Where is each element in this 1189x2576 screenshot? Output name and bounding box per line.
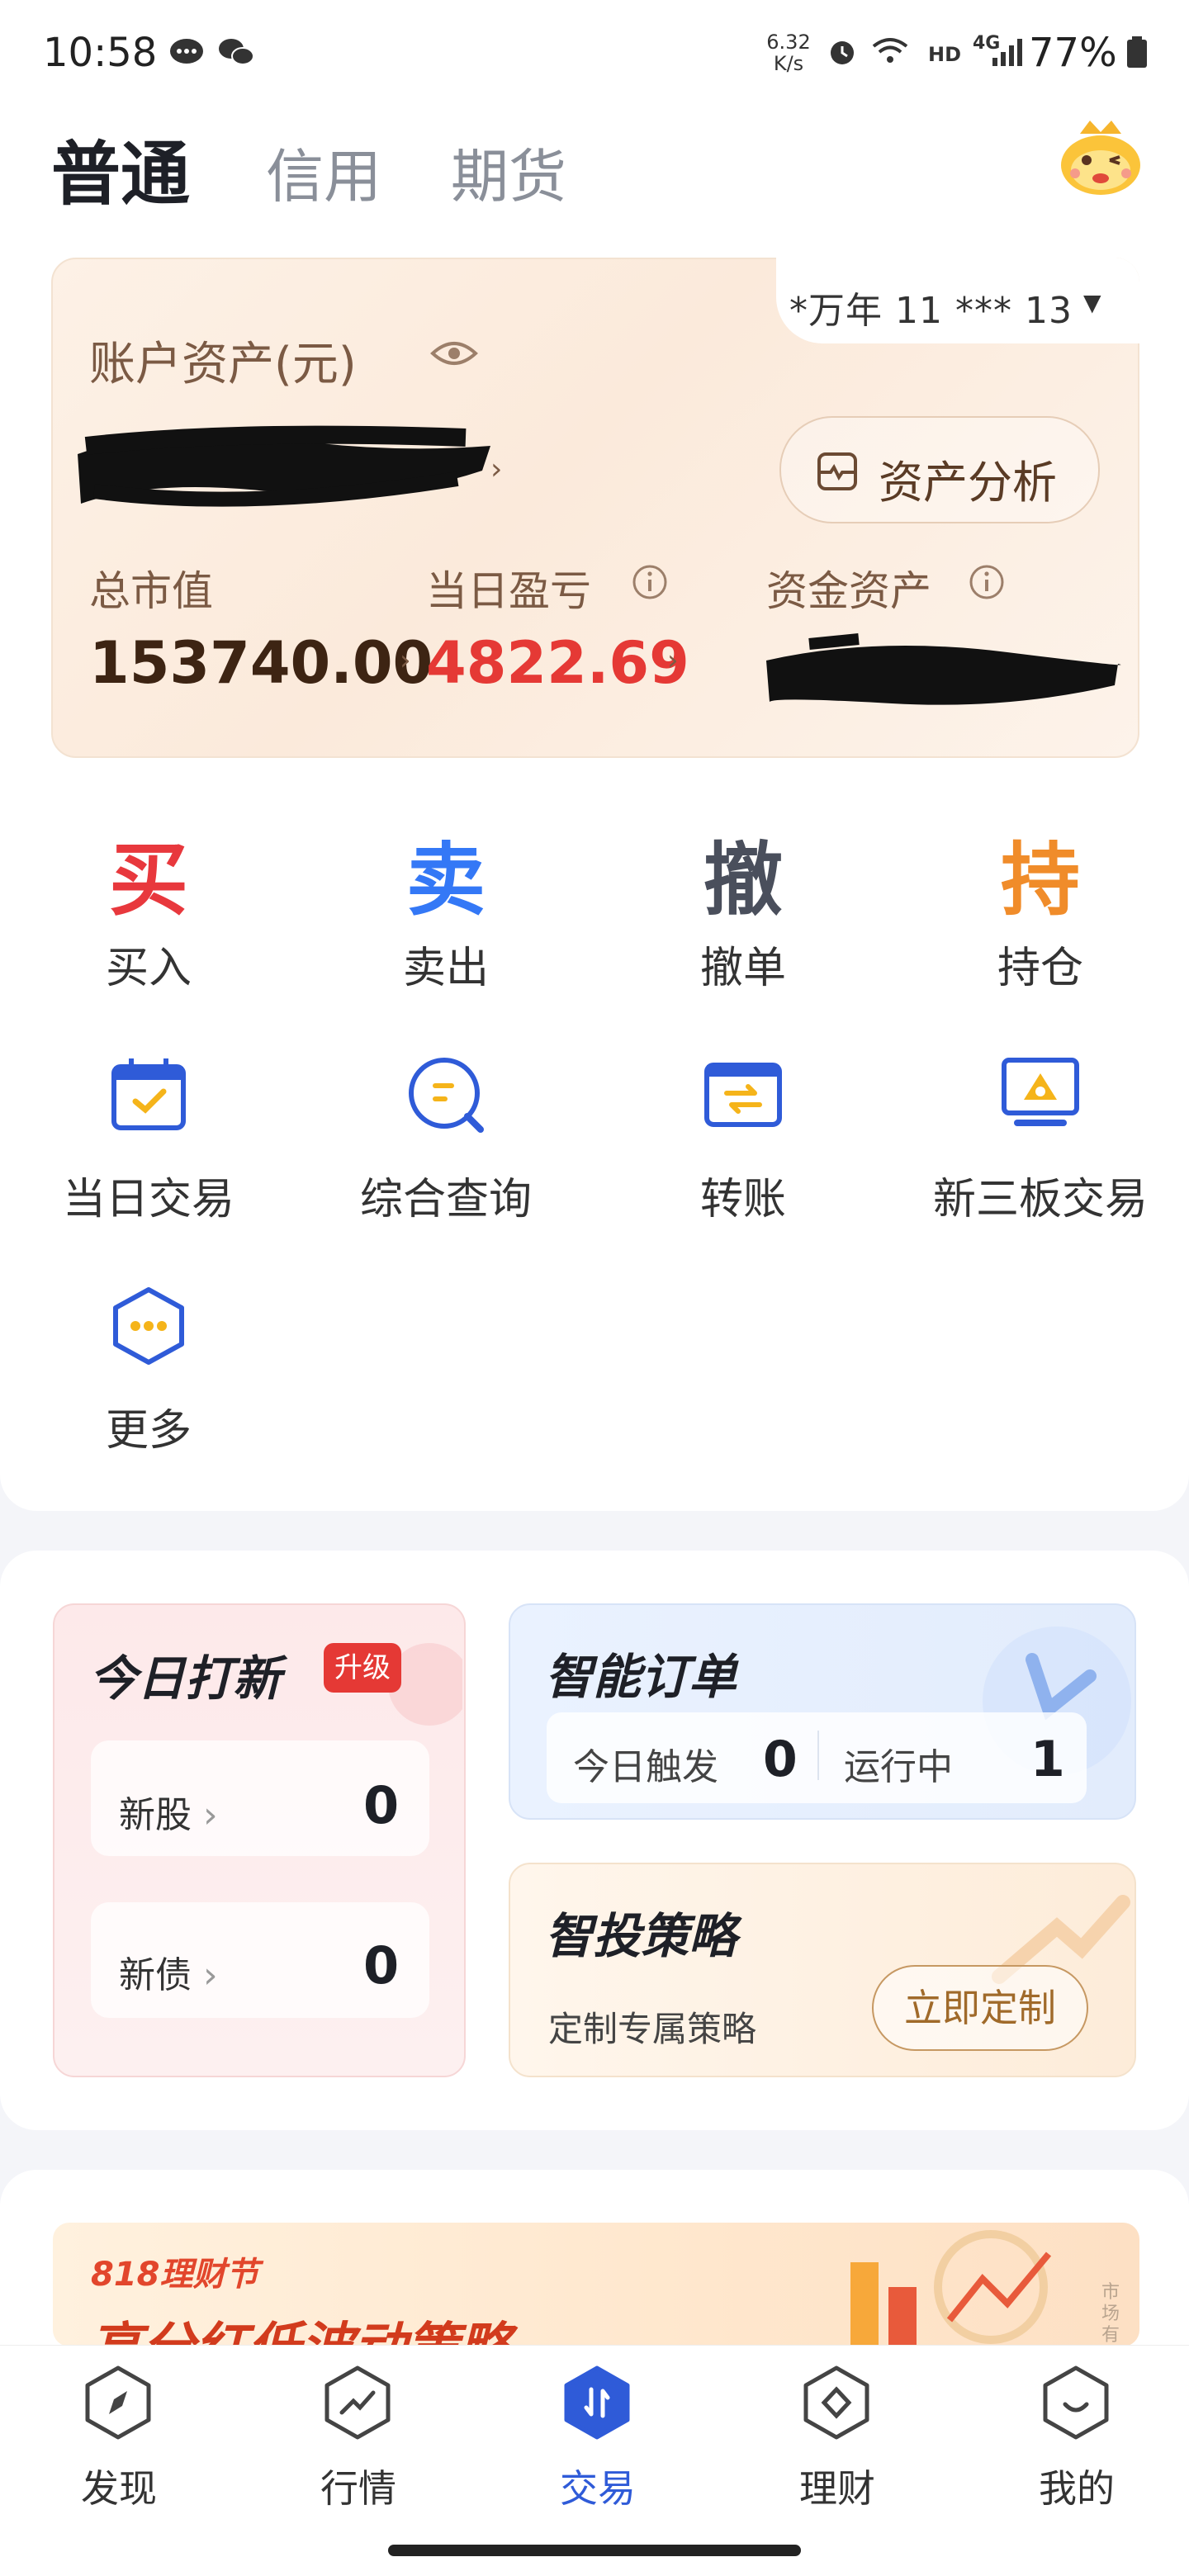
cash-asset-label: 资金资产 — [766, 567, 931, 615]
alarm-icon — [831, 41, 854, 64]
nav-profile[interactable]: 我的 — [1011, 2459, 1143, 2513]
info-icon[interactable] — [631, 563, 669, 601]
customize-now-button[interactable]: 立即定制 — [872, 1965, 1088, 2051]
function-more[interactable]: 更多 — [17, 1395, 281, 1457]
redaction-scribble — [766, 633, 1121, 705]
buy-button[interactable]: 买入 — [41, 933, 256, 995]
ipo-row-label: 新债 › — [119, 1954, 218, 1996]
caret-down-icon: ▼ — [1083, 289, 1101, 316]
running-value: 1 — [1030, 1731, 1065, 1788]
signal-icon — [992, 39, 1022, 66]
promo-tag: 818理财节 — [91, 2256, 259, 2294]
home-indicator[interactable] — [388, 2545, 801, 2556]
tab-normal[interactable]: 普通 — [51, 119, 190, 219]
daily-pl-value: 4822.69 — [426, 629, 689, 697]
more-icon[interactable] — [107, 1285, 190, 1367]
battery-icon — [1127, 36, 1147, 68]
asset-title: 账户资产(元) — [89, 338, 357, 391]
analysis-icon — [817, 452, 857, 490]
function-transfer[interactable]: 转账 — [611, 1164, 875, 1226]
profile-icon[interactable] — [1039, 2363, 1113, 2442]
ipo-row-label: 新股 › — [119, 1794, 218, 1836]
running-label: 运行中 — [844, 1746, 953, 1788]
cancel-order-glyph-icon[interactable]: 撤 — [669, 816, 817, 930]
promo-chart-icon — [850, 2230, 1052, 2345]
info-icon[interactable] — [968, 563, 1006, 601]
hd-indicator: HD — [928, 43, 962, 66]
redaction-scribble — [78, 425, 490, 507]
function-query[interactable]: 综合查询 — [314, 1164, 578, 1226]
tab-futures[interactable]: 期货 — [451, 130, 566, 214]
strategy-title: 智投策略 — [545, 1908, 737, 1964]
market-value-label: 总市值 — [89, 567, 213, 615]
wealth-icon[interactable] — [799, 2363, 874, 2442]
function-daily-trade[interactable]: 当日交易 — [17, 1164, 281, 1226]
market-value: 153740.00 — [89, 629, 433, 697]
nav-trade[interactable]: 交易 — [532, 2459, 664, 2513]
tab-credit[interactable]: 信用 — [266, 130, 381, 214]
triggered-today-value: 0 — [763, 1731, 798, 1788]
wechat-icon — [219, 39, 254, 65]
chevron-right-icon[interactable]: › — [490, 452, 502, 486]
cancel-order-button[interactable]: 撤单 — [636, 933, 850, 995]
market-icon[interactable] — [320, 2363, 395, 2442]
account-number: *万年 11 *** 13 — [789, 290, 1073, 332]
eye-icon[interactable] — [429, 337, 479, 370]
ipo-title: 今日打新 — [89, 1650, 282, 1707]
triggered-today-label: 今日触发 — [573, 1746, 718, 1788]
transfer-icon[interactable] — [702, 1054, 784, 1136]
status-time: 10:58 — [43, 30, 158, 76]
board-trade-icon[interactable] — [999, 1054, 1082, 1136]
divider — [817, 1731, 819, 1780]
sell-button[interactable]: 卖出 — [339, 933, 553, 995]
strategy-subtitle: 定制专属策略 — [548, 2009, 757, 2049]
trade-icon[interactable] — [560, 2363, 634, 2442]
nav-wealth[interactable]: 理财 — [771, 2459, 903, 2513]
asset-analysis-label: 资产分析 — [879, 457, 1057, 509]
positions-button[interactable]: 持仓 — [933, 933, 1148, 995]
discover-icon[interactable] — [81, 2363, 155, 2442]
upgrade-badge: 升级 — [324, 1643, 401, 1693]
ipo-new-bond-count: 0 — [363, 1935, 400, 1996]
chevron-right-icon[interactable]: › — [667, 644, 679, 677]
wifi-icon — [872, 38, 908, 63]
nav-discover[interactable]: 发现 — [53, 2459, 185, 2513]
function-neeq-trade[interactable]: 新三板交易 — [908, 1164, 1172, 1226]
battery-percent: 77% — [1029, 30, 1117, 76]
positions-glyph-icon[interactable]: 持 — [966, 816, 1115, 930]
chat-bubble-icon — [170, 39, 203, 64]
ipo-new-stock-count: 0 — [363, 1775, 400, 1835]
sell-glyph-icon[interactable]: 卖 — [372, 816, 520, 930]
smart-order-title: 智能订单 — [545, 1649, 737, 1705]
buy-glyph-icon[interactable]: 买 — [74, 816, 223, 930]
net-speed: 6.32 K/s — [766, 31, 811, 75]
chevron-right-icon[interactable]: › — [400, 644, 411, 677]
nav-market[interactable]: 行情 — [292, 2459, 424, 2513]
search-query-icon[interactable] — [405, 1054, 487, 1136]
daily-pl-label: 当日盈亏 — [426, 567, 591, 615]
mascot-avatar-icon[interactable] — [1055, 116, 1146, 198]
calendar-check-icon[interactable] — [107, 1054, 190, 1136]
